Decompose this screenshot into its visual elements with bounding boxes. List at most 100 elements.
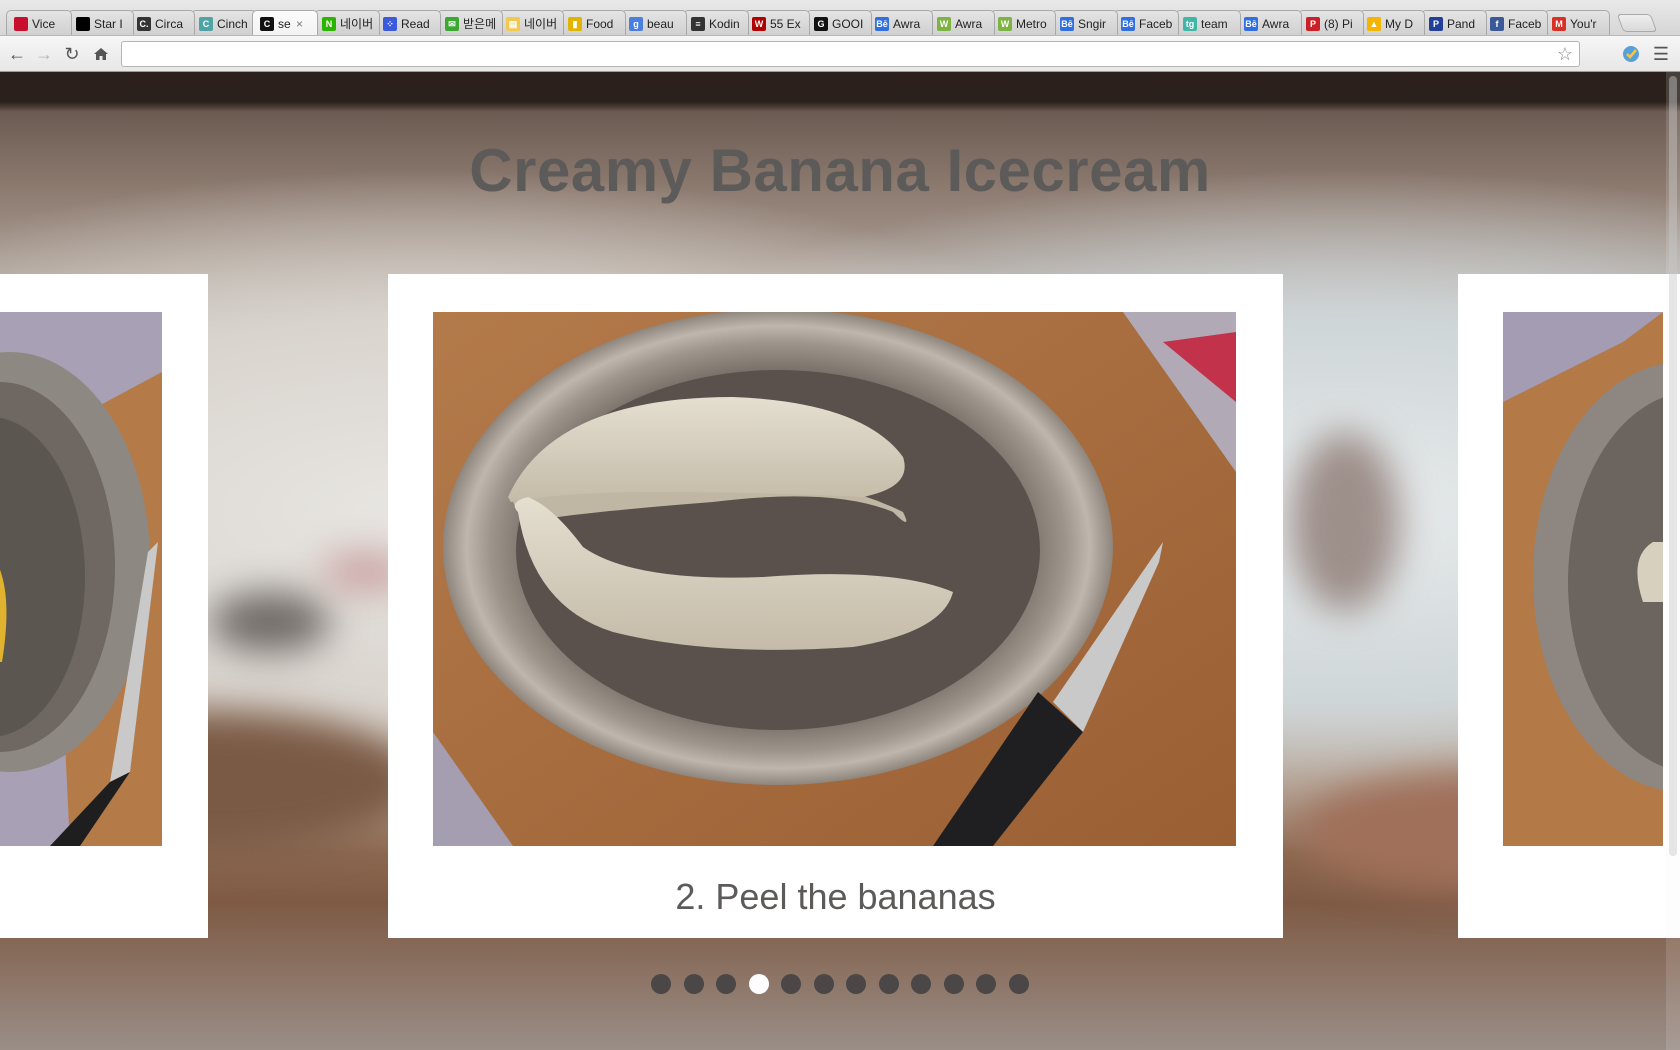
tab-5[interactable]: Cse × (252, 10, 318, 35)
tab-21[interactable]: Bē Awra (1236, 10, 1302, 35)
tab-12[interactable]: ≡ Kodin (682, 10, 749, 35)
scrollbar-thumb[interactable] (1669, 76, 1677, 856)
pandora-favicon: P (1428, 16, 1443, 31)
circa-favicon: C. (137, 16, 151, 31)
tab-label: 네이버 (339, 17, 373, 31)
tab-label: Star I (93, 16, 123, 31)
tab-label: Faceb (1139, 16, 1173, 31)
tab-label: beau (647, 16, 674, 31)
naver-favicon: N (321, 16, 336, 31)
slide-photo-current (433, 312, 1236, 846)
reload-icon[interactable]: ↻ (61, 43, 83, 65)
bookmark-star-icon[interactable]: ☆ (1557, 44, 1573, 65)
tab-label: Awra (954, 16, 982, 31)
tab-20[interactable]: tg team (1174, 10, 1241, 35)
slide-card-next[interactable] (1458, 274, 1680, 938)
tab-19[interactable]: Bē Faceb (1113, 10, 1179, 35)
tab-label: Awra (1262, 16, 1290, 31)
slide-caption: 2. Peel the bananas (675, 876, 996, 917)
tab-13[interactable]: W 55 Ex (744, 10, 810, 35)
tab-14[interactable]: G GOOI (805, 10, 872, 35)
pagination-dot-6[interactable] (813, 974, 834, 994)
vice-favicon (14, 16, 28, 31)
mail-favicon: ✉ (444, 16, 459, 31)
tab-label: Pand (1446, 16, 1475, 31)
tab-3[interactable]: C. Circa (129, 10, 195, 35)
tab-strip: M You'r f Faceb P Pand ▲ My D P (8) Pi Bē Awra tg tea… (0, 0, 1680, 36)
pagination-dot-4[interactable] (748, 974, 769, 994)
tab-label: 55 Ex (770, 16, 801, 31)
tab-17[interactable]: W Metro (990, 10, 1056, 35)
tab-18[interactable]: Bē Sngir (1051, 10, 1118, 35)
tab-26[interactable]: M You'r (1543, 10, 1610, 35)
slide-card-current[interactable]: 2. Peel the bananas (388, 274, 1283, 938)
tab-15[interactable]: Bē Awra (867, 10, 933, 35)
tab-24[interactable]: P Pand (1420, 10, 1487, 35)
metro-favicon: W (998, 16, 1012, 31)
slide-card-previous[interactable] (0, 274, 208, 938)
behance-favicon: Bē (1121, 16, 1135, 31)
tab-label: My D (1385, 16, 1413, 31)
browser-toolbar: ← → ↻ ☆ ☰ (0, 36, 1680, 72)
tab-1[interactable]: Vice (6, 10, 72, 35)
page-scrollbar[interactable] (1666, 72, 1680, 1050)
background-blur (210, 592, 330, 652)
tab-25[interactable]: f Faceb (1482, 10, 1548, 35)
pagination-dot-2[interactable] (683, 974, 704, 994)
tab-label: Awra (893, 16, 921, 31)
tab-11[interactable]: g beau (621, 10, 687, 35)
tab-label: team (1200, 16, 1228, 31)
tab-7[interactable]: ⁘ Read (375, 10, 441, 35)
forward-icon[interactable]: → (33, 43, 55, 65)
drive-favicon: ▲ (1367, 16, 1381, 31)
tab-9[interactable]: ▤ 네이버 (498, 10, 564, 35)
tab-label: GOOI (831, 16, 863, 31)
tab-label: Circa (155, 16, 184, 31)
tab-8[interactable]: ✉ 받은메 (436, 10, 503, 35)
tab-label: Faceb (1508, 16, 1542, 31)
naver-memo-favicon: ▤ (506, 16, 520, 31)
pagination-dot-8[interactable] (878, 974, 899, 994)
home-icon[interactable] (90, 43, 112, 65)
pagination-dot-10[interactable] (943, 974, 964, 994)
menu-icon[interactable]: ☰ (1650, 43, 1672, 65)
tab-2[interactable]: Star I (67, 10, 134, 35)
pagination-dot-9[interactable] (911, 974, 932, 994)
tab-16[interactable]: W Awra (928, 10, 995, 35)
tab-label: (8) Pi (1323, 16, 1353, 31)
behance-favicon: Bē (875, 16, 889, 31)
behance-favicon: Bē (1059, 16, 1074, 31)
behance-favicon: Bē (1244, 16, 1258, 31)
pagination-dot-11[interactable] (976, 974, 997, 994)
extension-icon[interactable] (1620, 43, 1642, 65)
read-favicon: ⁘ (383, 16, 397, 31)
tab-4[interactable]: C Cinch (190, 10, 257, 35)
tab-label: Metro (1016, 16, 1047, 31)
tab-label: Vice (32, 16, 56, 31)
slide-photo-previous (0, 312, 162, 846)
pagination-dot-12[interactable] (1008, 974, 1029, 994)
new-tab-button[interactable] (1616, 14, 1658, 32)
tg-favicon: tg (1182, 16, 1197, 31)
pagination-dot-7[interactable] (846, 974, 867, 994)
tab-label: Sngir (1077, 16, 1106, 31)
close-tab-icon[interactable]: × (296, 17, 303, 31)
cinch-favicon: C (198, 16, 213, 31)
tab-22[interactable]: P (8) Pi (1297, 10, 1364, 35)
tab-6[interactable]: N 네이버 (313, 10, 380, 35)
tab-23[interactable]: ▲ My D (1359, 10, 1425, 35)
pagination-dot-1[interactable] (651, 974, 672, 994)
page-background: Creamy Banana Icecream 2. Peel the banan… (0, 72, 1680, 1050)
tab-label: 받은메 (462, 17, 496, 31)
tab-10[interactable]: ▮ Food (559, 10, 626, 35)
back-icon[interactable]: ← (6, 43, 28, 65)
pagination-dot-5[interactable] (781, 974, 802, 994)
wdl-favicon: W (752, 16, 766, 31)
pagination-dot-3[interactable] (716, 974, 737, 994)
address-bar[interactable]: ☆ (121, 41, 1580, 67)
slide-photo-next (1503, 312, 1663, 846)
facebook-favicon: f (1490, 16, 1504, 31)
circa-c-favicon: C (260, 17, 274, 31)
kodin-favicon: ≡ (690, 16, 705, 31)
gmail-favicon: M (1551, 16, 1566, 31)
